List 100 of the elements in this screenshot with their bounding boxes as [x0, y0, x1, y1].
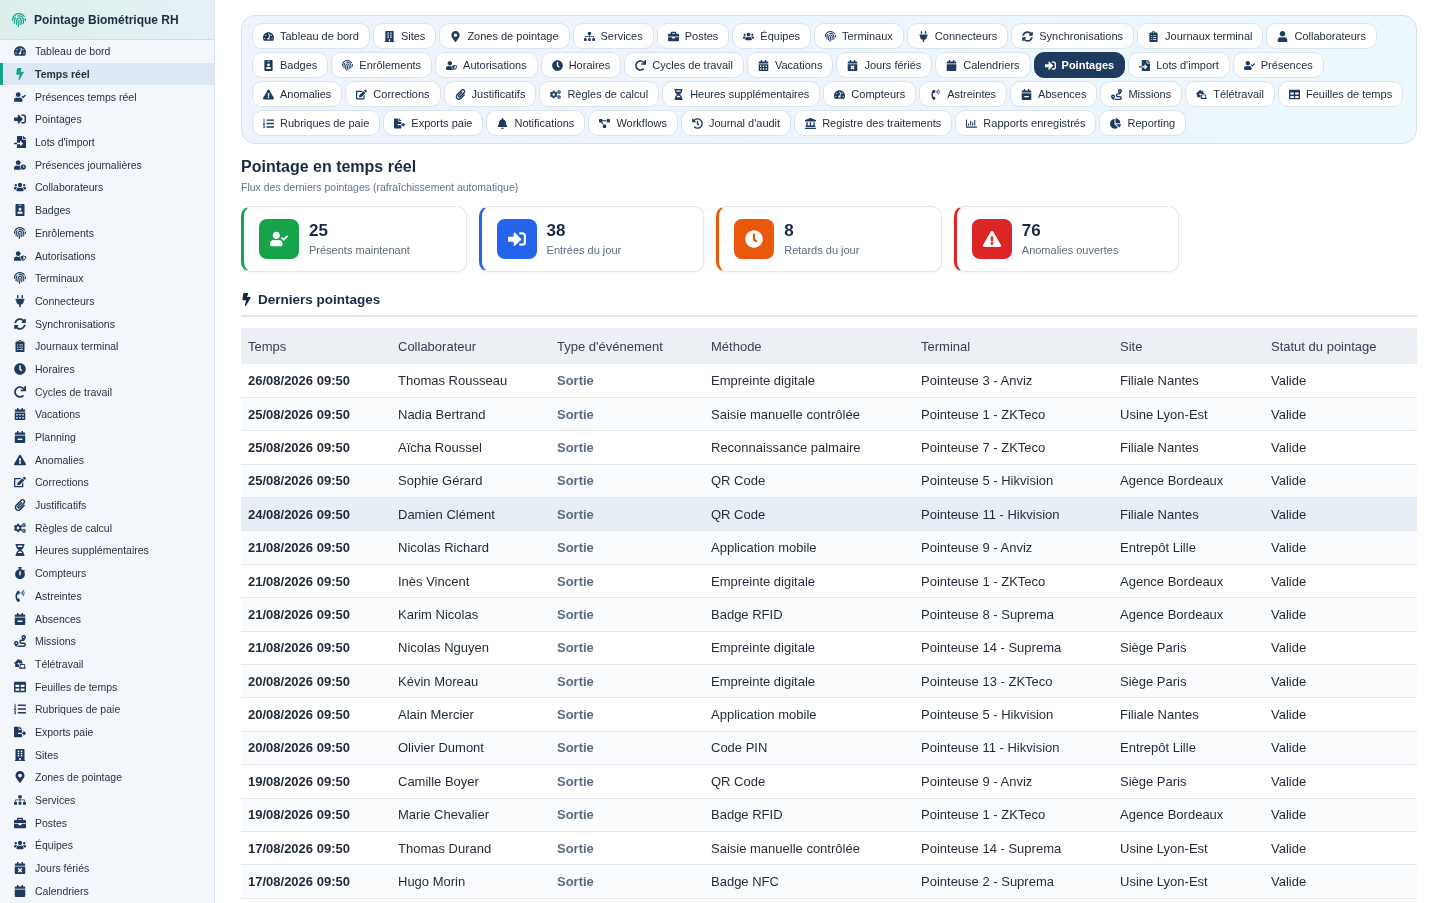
module-tab[interactable]: Sites: [372, 23, 437, 49]
module-tab[interactable]: Synchronisations: [1011, 23, 1134, 49]
sidebar-item[interactable]: Enrôlements: [0, 221, 214, 245]
module-tab[interactable]: Tableau de bord: [252, 23, 370, 49]
module-tab[interactable]: Workflows: [588, 110, 678, 136]
module-tab[interactable]: Justificatifs: [443, 81, 537, 107]
module-tab[interactable]: Rubriques de paie: [252, 110, 381, 136]
sidebar-item[interactable]: Terminaux: [0, 266, 214, 290]
sidebar-item[interactable]: Connecteurs: [0, 289, 214, 313]
module-tab[interactable]: Corrections: [345, 81, 441, 107]
module-tab[interactable]: Notifications: [486, 110, 586, 136]
module-tab[interactable]: Vacations: [746, 52, 834, 78]
sidebar-item[interactable]: Équipes: [0, 834, 214, 857]
sidebar-item[interactable]: Vacations: [0, 403, 214, 426]
sidebar-item[interactable]: Anomalies: [0, 448, 214, 472]
module-tab[interactable]: Collaborateurs: [1266, 23, 1377, 49]
sidebar-item[interactable]: Tableau de bord: [0, 40, 214, 63]
sidebar-item[interactable]: Compteurs: [0, 561, 214, 585]
table-cell: Pointeuse 7 - ZKTeco: [914, 430, 1113, 465]
sidebar-item[interactable]: Zones de pointage: [0, 766, 214, 789]
module-tab[interactable]: Exports paie: [383, 110, 484, 136]
module-tab[interactable]: Pointages: [1033, 52, 1126, 78]
redo-icon: [635, 59, 647, 71]
sidebar-item[interactable]: Exports paie: [0, 720, 214, 744]
sidebar-item[interactable]: Planning: [0, 425, 214, 449]
module-tab[interactable]: Rapports enregistrés: [955, 110, 1097, 136]
sidebar-item[interactable]: Autorisations: [0, 244, 214, 267]
module-tab[interactable]: Astreintes: [919, 81, 1008, 107]
table-cell: QR Code: [704, 464, 914, 498]
sidebar-item[interactable]: Feuilles de temps: [0, 675, 214, 698]
sidebar-item[interactable]: Cycles de travail: [0, 380, 214, 403]
table-cell: Siège Paris: [1113, 631, 1264, 665]
module-tab[interactable]: Absences: [1010, 81, 1098, 107]
sidebar-item[interactable]: Rubriques de paie: [0, 697, 214, 721]
table-cell: 21/08/2026 09:50: [241, 564, 391, 598]
table-cell: Sortie: [550, 664, 704, 698]
sidebar-item[interactable]: Jours fériés: [0, 856, 214, 880]
table-cell: Application mobile: [704, 697, 914, 732]
table-cell: Empreinte digitale: [704, 364, 914, 398]
table-cell: 24/08/2026 09:50: [241, 497, 391, 531]
sidebar-item[interactable]: Temps réel: [0, 62, 214, 86]
sidebar-item[interactable]: Horaires: [0, 357, 214, 381]
module-tab[interactable]: Postes: [656, 23, 730, 49]
sidebar-item[interactable]: Collaborateurs: [0, 176, 214, 199]
module-tab[interactable]: Missions: [1100, 81, 1183, 107]
module-tab[interactable]: Compteurs: [823, 81, 917, 107]
sidebar-item[interactable]: Synchronisations: [0, 312, 214, 335]
table-cell: Nicolas Nguyen: [391, 631, 550, 665]
module-tab[interactable]: Équipes: [732, 23, 812, 49]
module-tab[interactable]: Zones de pointage: [439, 23, 570, 49]
module-tab[interactable]: Connecteurs: [906, 23, 1009, 49]
table-icon: [14, 680, 26, 693]
sidebar-item[interactable]: Règles de calcul: [0, 516, 214, 540]
table-cell: Sortie: [550, 597, 704, 632]
phone-icon: [930, 88, 942, 100]
sidebar-item[interactable]: Postes: [0, 811, 214, 835]
module-tab[interactable]: Badges: [252, 52, 329, 78]
module-tab[interactable]: Services: [572, 23, 654, 49]
module-tab[interactable]: Reporting: [1099, 110, 1187, 136]
table-cell: Pointeuse 2 - Suprema: [914, 864, 1113, 899]
module-tab[interactable]: Lots d'import: [1128, 52, 1230, 78]
sidebar-item[interactable]: Calendriers: [0, 879, 214, 903]
sidebar-item[interactable]: Services: [0, 788, 214, 812]
module-tab[interactable]: Heures supplémentaires: [662, 81, 821, 107]
sign-in-icon: [1044, 59, 1056, 71]
sidebar-item[interactable]: Présences journalières: [0, 153, 214, 177]
module-tab[interactable]: Calendriers: [935, 52, 1031, 78]
sidebar-item[interactable]: Badges: [0, 198, 214, 222]
module-tab[interactable]: Registre des traitements: [794, 110, 953, 136]
sidebar-item[interactable]: Télétravail: [0, 652, 214, 676]
table-cell: Entrepôt Lille: [1113, 731, 1264, 765]
sidebar-item[interactable]: Journaux terminal: [0, 334, 214, 358]
sidebar-item[interactable]: Astreintes: [0, 584, 214, 608]
fingerprint-icon: [12, 12, 26, 27]
module-tab[interactable]: Présences: [1232, 52, 1324, 78]
sidebar-item[interactable]: Justificatifs: [0, 493, 214, 517]
sidebar-item[interactable]: Présences temps réel: [0, 85, 214, 109]
module-tab[interactable]: Anomalies: [252, 81, 343, 107]
sidebar-item[interactable]: Lots d'import: [0, 130, 214, 154]
column-header: Collaborateur: [391, 328, 550, 364]
module-tab[interactable]: Jours fériés: [836, 52, 933, 78]
clipboard-icon: [1148, 30, 1159, 42]
sidebar-item[interactable]: Missions: [0, 629, 214, 653]
sidebar-item[interactable]: Pointages: [0, 108, 214, 131]
table-cell: Pointeuse 1 - ZKTeco: [914, 397, 1113, 431]
file-export-icon: [14, 725, 26, 738]
module-tab[interactable]: Enrôlements: [331, 52, 433, 78]
sidebar-item[interactable]: Absences: [0, 607, 214, 630]
module-tab[interactable]: Journaux terminal: [1137, 23, 1264, 49]
module-tab[interactable]: Cycles de travail: [624, 52, 744, 78]
module-tab[interactable]: Autorisations: [435, 52, 538, 78]
sidebar-item[interactable]: Corrections: [0, 471, 214, 494]
module-tab[interactable]: Horaires: [540, 52, 622, 78]
sidebar-item[interactable]: Heures supplémentaires: [0, 539, 214, 562]
module-tab[interactable]: Feuilles de temps: [1277, 81, 1404, 107]
module-tab[interactable]: Terminaux: [814, 23, 904, 49]
module-tab[interactable]: Règles de calcul: [539, 81, 660, 107]
sidebar-item[interactable]: Sites: [0, 743, 214, 766]
module-tab[interactable]: Journal d'audit: [680, 110, 792, 136]
module-tab[interactable]: Télétravail: [1185, 81, 1275, 107]
